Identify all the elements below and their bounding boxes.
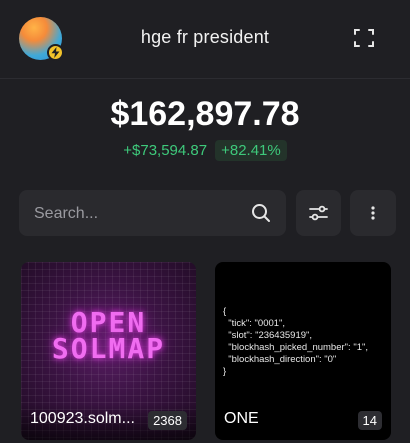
- wallet-name[interactable]: hge fr president: [0, 27, 410, 48]
- collection-json-preview: { "tick": "0001", "slot": "236435919", "…: [223, 306, 368, 377]
- change-value: +$73,594.87: [123, 142, 208, 159]
- portfolio-balance: $162,897.78: [110, 95, 300, 133]
- wallet-app: hge fr president $162,897.78 +$73,594.87…: [0, 0, 410, 443]
- collection-title: ONE: [224, 410, 259, 427]
- collection-card[interactable]: OPEN SOLMAP 100923.solm... 2368: [21, 262, 196, 440]
- sliders-icon: [309, 205, 328, 221]
- collection-count-badge: 2368: [148, 411, 187, 430]
- change-percent-badge: +82.41%: [215, 140, 287, 161]
- more-vertical-icon: [371, 206, 375, 220]
- search-icon[interactable]: [251, 203, 271, 223]
- portfolio-change: +$73,594.87 +82.41%: [0, 140, 410, 161]
- header: hge fr president: [0, 0, 410, 80]
- header-divider: [0, 78, 410, 79]
- search-box: [19, 190, 286, 238]
- search-input[interactable]: [32, 190, 246, 238]
- collection-card[interactable]: { "tick": "0001", "slot": "236435919", "…: [215, 262, 391, 440]
- art-line: SOLMAP: [51, 332, 166, 365]
- collection-title: 100923.solm...: [30, 410, 135, 427]
- expand-icon[interactable]: [352, 26, 376, 50]
- collection-count-badge: 14: [357, 411, 382, 430]
- more-options-button[interactable]: [350, 190, 396, 236]
- filter-button[interactable]: [296, 190, 341, 236]
